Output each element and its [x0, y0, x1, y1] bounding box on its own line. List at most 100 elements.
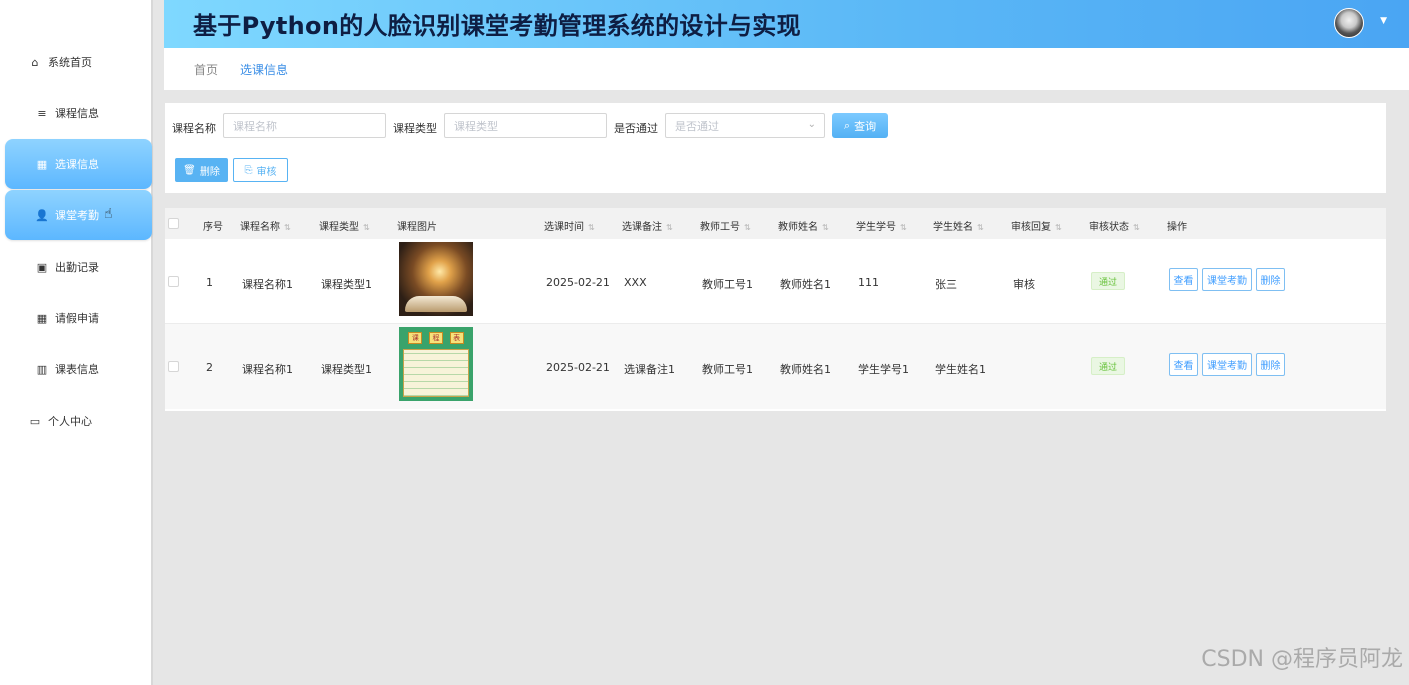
delete-button[interactable]: 🗑 删除 [175, 158, 228, 182]
sidebar-item-label: 出勤记录 [55, 261, 99, 274]
audit-icon: ⎘ [244, 164, 253, 176]
grid-icon: ▦ [36, 311, 48, 325]
sort-icon: ⇅ [363, 223, 370, 232]
row-delete-button[interactable]: 删除 [1256, 268, 1285, 291]
caret-down-icon[interactable]: ▼ [1380, 16, 1387, 26]
sidebar-item-label: 请假申请 [55, 312, 99, 325]
sidebar-item-leave-request[interactable]: ▦ 请假申请 [5, 293, 152, 343]
passed-select[interactable]: 是否通过 ⌄ [665, 113, 825, 138]
status-badge: 通过 [1091, 272, 1125, 290]
passed-select-placeholder: 是否通过 [675, 119, 719, 133]
app-title: 基于Python的人脸识别课堂考勤管理系统的设计与实现 [193, 12, 801, 40]
breadcrumb-home[interactable]: 首页 [194, 61, 218, 78]
column-header[interactable]: 教师工号 ⇅ [700, 218, 751, 233]
cell-course-type: 课程类型1 [321, 278, 372, 291]
query-button-label: 查询 [854, 119, 877, 133]
passed-label: 是否通过 [614, 122, 658, 135]
cell-teacher-id: 教师工号1 [702, 363, 753, 376]
column-header[interactable]: 审核状态 ⇅ [1089, 218, 1140, 233]
sidebar-item-course-selection[interactable]: ▦ 选课信息 [5, 139, 152, 189]
avatar[interactable] [1334, 8, 1364, 38]
timetable-header-char: 表 [449, 332, 464, 344]
table-row[interactable]: 1 课程名称1 课程类型1 2025-02-21 XXX 教师工号1 教师姓名1… [165, 239, 1386, 324]
sidebar-item-label: 个人中心 [48, 415, 92, 428]
cell-student-id: 学生学号1 [858, 363, 909, 376]
sort-icon: ⇅ [900, 223, 907, 232]
chevron-down-icon: ⌄ [807, 119, 816, 130]
sort-icon: ⇅ [744, 223, 751, 232]
row-checkbox[interactable] [168, 276, 179, 287]
sidebar-item-home[interactable]: ⌂ 系统首页 [28, 37, 175, 87]
attendance-button[interactable]: 课堂考勤 [1202, 268, 1252, 291]
course-name-label: 课程名称 [172, 122, 216, 135]
column-header[interactable]: 选课时间 ⇅ [544, 218, 595, 233]
select-all-checkbox[interactable] [168, 218, 179, 229]
sort-icon: ⇅ [822, 223, 829, 232]
sidebar-item-label: 系统首页 [48, 56, 92, 69]
cell-student-name: 张三 [935, 278, 957, 291]
cell-index: 1 [206, 276, 213, 289]
column-header: 课程图片 [397, 222, 437, 233]
column-header[interactable]: 学生学号 ⇅ [856, 218, 907, 233]
course-name-input[interactable]: 课程名称 [223, 113, 386, 138]
sidebar-item-attendance-records[interactable]: ▣ 出勤记录 [5, 242, 152, 292]
sidebar-item-profile[interactable]: ▭ 个人中心 [28, 396, 175, 446]
timetable-header: 课 程 表 [405, 332, 467, 345]
audit-button-label: 审核 [256, 166, 277, 178]
book-image [405, 296, 467, 312]
cell-select-time: 2025-02-21 [546, 361, 610, 374]
sidebar-item-course-info[interactable]: ≡ 课程信息 [5, 88, 152, 138]
view-button[interactable]: 查看 [1169, 353, 1198, 376]
status-badge: 通过 [1091, 357, 1125, 375]
cell-course-type: 课程类型1 [321, 363, 372, 376]
hand-cursor-icon: ☝ [104, 206, 113, 222]
search-icon: ⌕ [843, 118, 851, 132]
sort-icon: ⇅ [1133, 223, 1140, 232]
view-button[interactable]: 查看 [1169, 268, 1198, 291]
sort-icon: ⇅ [588, 223, 595, 232]
sidebar: ⌂ 系统首页 ≡ 课程信息 ▦ 选课信息 👤 课堂考勤 ▣ 出勤记录 ▦ 请假申请 ▥ 课表信… [0, 0, 153, 685]
sort-icon: ⇅ [1055, 223, 1062, 232]
course-type-input[interactable]: 课程类型 [444, 113, 607, 138]
course-image[interactable]: 课 程 表 [399, 327, 473, 401]
cell-student-name: 学生姓名1 [935, 363, 986, 376]
sidebar-item-timetable[interactable]: ▥ 课表信息 [5, 344, 152, 394]
home-icon: ⌂ [31, 55, 39, 69]
cell-teacher-name: 教师姓名1 [780, 278, 831, 291]
row-delete-button[interactable]: 删除 [1256, 353, 1285, 376]
breadcrumb: 首页 选课信息 [164, 48, 1409, 90]
cell-remark: XXX [624, 276, 647, 289]
sort-icon: ⇅ [977, 223, 984, 232]
sidebar-item-label: 选课信息 [55, 158, 99, 171]
table-row[interactable]: 2 课程名称1 课程类型1 课 程 表 2025-02-21 选课备注1 教师工… [165, 324, 1386, 409]
column-header[interactable]: 选课备注 ⇅ [622, 218, 673, 233]
column-header[interactable]: 课程类型 ⇅ [319, 218, 370, 233]
card-icon: ▭ [29, 414, 41, 428]
attendance-button[interactable]: 课堂考勤 [1202, 353, 1252, 376]
app-header: 基于Python的人脸识别课堂考勤管理系统的设计与实现 ▼ [164, 0, 1409, 48]
course-type-label: 课程类型 [393, 122, 437, 135]
column-header[interactable]: 审核回复 ⇅ [1011, 218, 1062, 233]
sidebar-item-label: 课程信息 [55, 107, 99, 120]
course-selection-table: 序号 课程名称 ⇅ 课程类型 ⇅ 课程图片 选课时间 ⇅ 选课备注 ⇅ 教师工号 ⇅ 教师… [165, 208, 1386, 411]
timetable-header-char: 程 [428, 332, 443, 344]
course-image[interactable] [399, 242, 473, 316]
sidebar-item-label: 课堂考勤 [55, 209, 99, 222]
column-header[interactable]: 课程名称 ⇅ [240, 218, 291, 233]
row-checkbox[interactable] [168, 361, 179, 372]
table-icon: ▥ [36, 362, 48, 376]
audit-button[interactable]: ⎘ 审核 [233, 158, 288, 182]
breadcrumb-current: 选课信息 [240, 62, 289, 77]
timetable-header-char: 课 [408, 332, 423, 344]
cell-select-time: 2025-02-21 [546, 276, 610, 289]
sidebar-item-attendance[interactable]: 👤 课堂考勤 [5, 190, 152, 240]
watermark: CSDN @程序员阿龙 [1201, 647, 1403, 672]
cell-teacher-id: 教师工号1 [702, 278, 753, 291]
cell-reply: 审核 [1013, 278, 1035, 291]
column-header: 操作 [1167, 222, 1187, 233]
column-header[interactable]: 学生姓名 ⇅ [933, 218, 984, 233]
column-header[interactable]: 教师姓名 ⇅ [778, 218, 829, 233]
query-button[interactable]: ⌕ 查询 [832, 113, 888, 138]
search-panel: 课程名称 课程名称 课程类型 课程类型 是否通过 是否通过 ⌄ ⌕ 查询 🗑 删除 … [165, 103, 1386, 193]
cell-teacher-name: 教师姓名1 [780, 363, 831, 376]
